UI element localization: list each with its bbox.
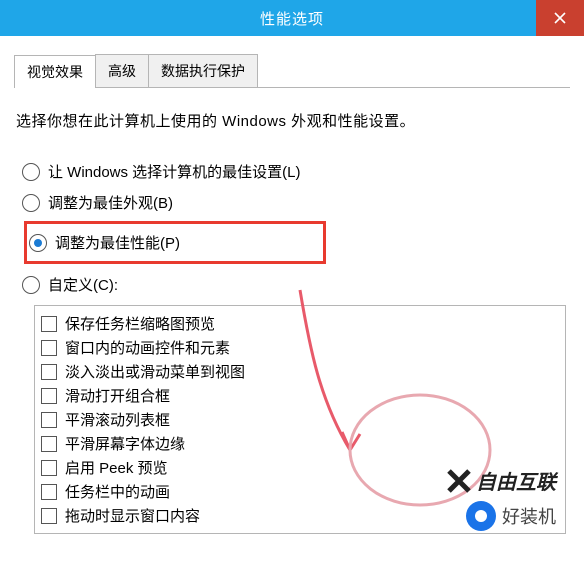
check-option[interactable]: 窗口内的动画控件和元素 (41, 337, 561, 358)
check-label: 启用 Peek 预览 (65, 457, 168, 478)
radio-icon (29, 234, 47, 252)
check-label: 窗口内的动画控件和元素 (65, 337, 230, 358)
dialog-body: 视觉效果 高级 数据执行保护 选择你想在此计算机上使用的 Windows 外观和… (0, 36, 584, 534)
watermark-text: 自由互联 (476, 466, 556, 495)
checkbox-icon (41, 364, 57, 380)
check-label: 淡入淡出或滑动菜单到视图 (65, 361, 245, 382)
radio-custom[interactable]: 自定义(C): (22, 274, 570, 295)
radio-label: 调整为最佳性能(P) (55, 232, 180, 253)
checkbox-icon (41, 316, 57, 332)
radio-label: 调整为最佳外观(B) (48, 192, 173, 213)
tab-dep[interactable]: 数据执行保护 (148, 54, 258, 87)
check-option[interactable]: 滑动打开组合框 (41, 385, 561, 406)
check-label: 保存任务栏缩略图预览 (65, 313, 215, 334)
radio-let-windows-choose[interactable]: 让 Windows 选择计算机的最佳设置(L) (22, 161, 570, 182)
check-label: 平滑滚动列表框 (65, 409, 170, 430)
checkbox-icon (41, 412, 57, 428)
checkbox-icon (41, 340, 57, 356)
close-button[interactable] (536, 0, 584, 36)
eye-logo-icon (466, 501, 496, 531)
radio-best-appearance[interactable]: 调整为最佳外观(B) (22, 192, 570, 213)
radio-group: 让 Windows 选择计算机的最佳设置(L) 调整为最佳外观(B) 调整为最佳… (22, 161, 570, 295)
instruction-text: 选择你想在此计算机上使用的 Windows 外观和性能设置。 (16, 110, 570, 131)
x-logo-icon (446, 468, 472, 494)
performance-options-window: 性能选项 视觉效果 高级 数据执行保护 选择你想在此计算机上使用的 Window… (0, 0, 584, 587)
checkbox-icon (41, 484, 57, 500)
radio-label: 让 Windows 选择计算机的最佳设置(L) (48, 161, 301, 182)
watermark-haozhuangji: 好装机 (466, 501, 556, 531)
radio-icon (22, 163, 40, 181)
radio-icon (22, 276, 40, 294)
annotation-highlight-box: 调整为最佳性能(P) (24, 221, 326, 264)
custom-options-list: 保存任务栏缩略图预览 窗口内的动画控件和元素 淡入淡出或滑动菜单到视图 滑动打开… (34, 305, 566, 534)
checkbox-icon (41, 436, 57, 452)
checkbox-icon (41, 508, 57, 524)
check-label: 滑动打开组合框 (65, 385, 170, 406)
check-option[interactable]: 保存任务栏缩略图预览 (41, 313, 561, 334)
check-option[interactable]: 淡入淡出或滑动菜单到视图 (41, 361, 561, 382)
check-label: 拖动时显示窗口内容 (65, 505, 200, 526)
tab-strip: 视觉效果 高级 数据执行保护 (14, 54, 570, 88)
checkbox-icon (41, 388, 57, 404)
radio-best-performance[interactable]: 调整为最佳性能(P) (29, 232, 319, 253)
check-label: 平滑屏幕字体边缘 (65, 433, 185, 454)
radio-icon (22, 194, 40, 212)
check-label: 任务栏中的动画 (65, 481, 170, 502)
titlebar: 性能选项 (0, 0, 584, 36)
check-option[interactable]: 平滑滚动列表框 (41, 409, 561, 430)
window-title: 性能选项 (260, 8, 324, 29)
close-icon (554, 12, 566, 24)
watermark-text: 好装机 (502, 503, 556, 529)
checkbox-icon (41, 460, 57, 476)
tab-advanced[interactable]: 高级 (95, 54, 149, 87)
radio-label: 自定义(C): (48, 274, 118, 295)
check-option[interactable]: 平滑屏幕字体边缘 (41, 433, 561, 454)
tab-visual-effects[interactable]: 视觉效果 (14, 55, 96, 88)
watermark-ziyou: 自由互联 (446, 466, 556, 495)
